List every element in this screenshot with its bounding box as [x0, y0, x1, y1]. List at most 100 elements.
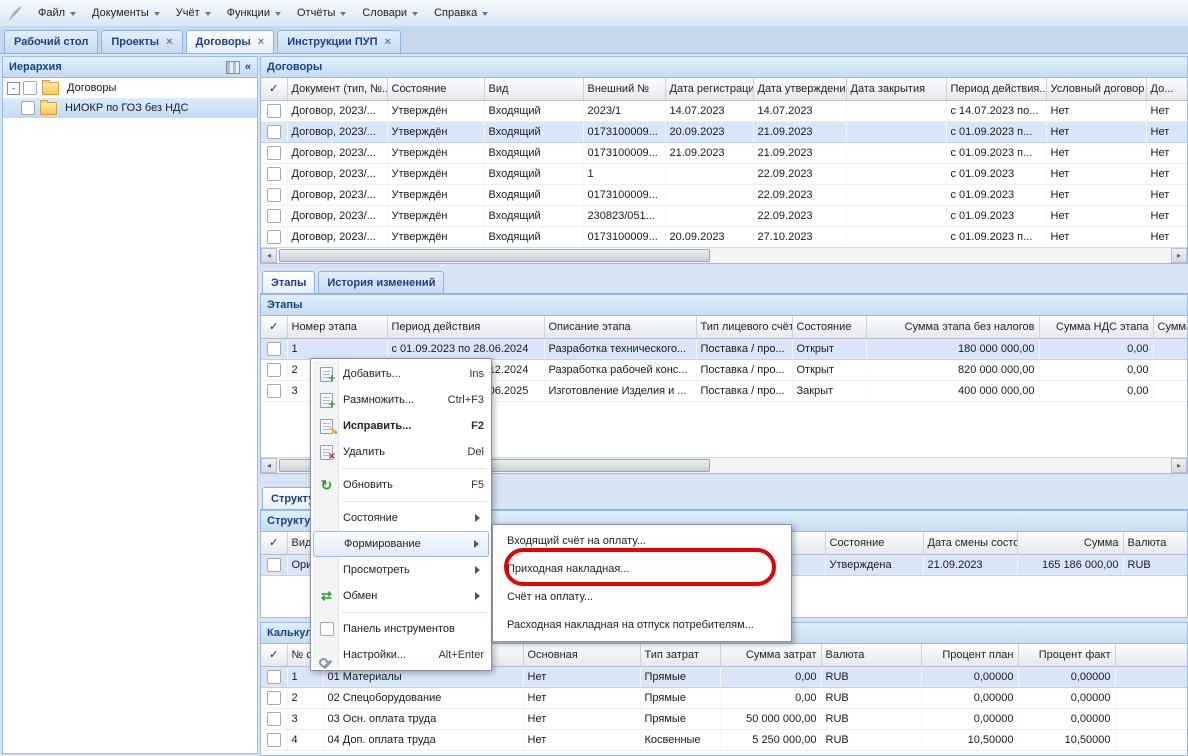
tree-expander-icon[interactable]: -	[7, 82, 20, 95]
column-header[interactable]: Основная	[523, 644, 640, 666]
table-row[interactable]: 1с 01.09.2023 по 28.06.2024Разработка те…	[261, 338, 1187, 359]
menubar-item[interactable]: Функции	[219, 4, 289, 22]
table-row[interactable]: Договор, 2023/...УтверждёнВходящий017310…	[261, 226, 1187, 247]
column-header[interactable]: Состояние	[825, 532, 923, 554]
context-menu-item[interactable]: Состояние	[313, 505, 489, 531]
row-checkbox[interactable]	[267, 558, 281, 572]
scroll-left-button[interactable]: ◂	[261, 248, 277, 263]
column-header[interactable]: Сумма эт...	[1153, 316, 1187, 338]
context-menu-item[interactable]: Исправить...F2	[313, 413, 489, 439]
column-header[interactable]: Дата смены состоя...	[923, 532, 1017, 554]
tab[interactable]: Договоры×	[186, 30, 275, 53]
context-menu-item[interactable]: Настройки...Alt+Enter	[313, 642, 489, 668]
tab[interactable]: Рабочий стол	[4, 30, 98, 53]
column-header[interactable]: Внешний №	[583, 78, 665, 100]
column-header[interactable]: Процент план	[921, 644, 1018, 666]
column-header[interactable]: Тип лицевого счёт...	[696, 316, 792, 338]
column-header[interactable]: Период действия...	[946, 78, 1046, 100]
row-checkbox[interactable]	[267, 691, 281, 705]
column-header[interactable]: Номер этапа	[287, 316, 387, 338]
context-menu-item[interactable]: +Размножить...Ctrl+F3	[313, 387, 489, 413]
tree-node[interactable]: -Договоры	[3, 78, 257, 98]
column-header[interactable]: ✓	[261, 316, 287, 338]
column-header[interactable]: До...	[1146, 78, 1187, 100]
column-header[interactable]: Период действия	[387, 316, 544, 338]
column-header[interactable]: Процент факт	[1018, 644, 1115, 666]
row-checkbox[interactable]	[267, 230, 281, 244]
menubar-item[interactable]: Документы	[84, 4, 168, 22]
submenu-item[interactable]: Расходная накладная на отпуск потребител…	[495, 611, 789, 639]
column-header[interactable]: Дата утверждения	[753, 78, 846, 100]
column-header[interactable]: ✓	[261, 644, 287, 666]
row-checkbox[interactable]	[267, 167, 281, 181]
column-header[interactable]: Дата закрытия	[846, 78, 946, 100]
tree-checkbox[interactable]	[21, 101, 35, 115]
row-checkbox[interactable]	[267, 342, 281, 356]
table-row[interactable]: Договор, 2023/...УтверждёнВходящий2023/1…	[261, 100, 1187, 121]
column-header[interactable]: Вид	[484, 78, 583, 100]
column-header[interactable]: Условный договор	[1046, 78, 1146, 100]
tab-close-icon[interactable]: ×	[166, 37, 172, 48]
tree-checkbox[interactable]	[23, 81, 37, 95]
column-header[interactable]: Валюта	[821, 644, 921, 666]
table-row[interactable]: 303 Осн. оплата трудаНетПрямые50 000 000…	[261, 708, 1187, 729]
table-row[interactable]: Договор, 2023/...УтверждёнВходящий230823…	[261, 205, 1187, 226]
tree-node[interactable]: НИОКР по ГОЗ без НДС	[3, 98, 257, 118]
column-header[interactable]: ✓	[261, 532, 287, 554]
tab[interactable]: История изменений	[318, 271, 444, 293]
scrollbar-track[interactable]	[277, 248, 1171, 263]
table-row[interactable]: Договор, 2023/...УтверждёнВходящий122.09…	[261, 163, 1187, 184]
row-checkbox[interactable]	[267, 384, 281, 398]
table-row[interactable]: 404 Доп. оплата трудаНетКосвенные5 250 0…	[261, 729, 1187, 750]
column-header[interactable]: Документ (тип, №...	[287, 78, 387, 100]
scroll-right-button[interactable]: ▸	[1171, 248, 1187, 263]
row-checkbox[interactable]	[267, 188, 281, 202]
submenu-item[interactable]: Входящий счёт на оплату...	[495, 527, 789, 555]
menubar-item[interactable]: Файл	[30, 4, 84, 22]
context-menu-item[interactable]: Просмотреть	[313, 557, 489, 583]
scroll-left-button[interactable]: ◂	[261, 458, 277, 473]
column-header[interactable]: Тип затрат	[640, 644, 720, 666]
row-checkbox[interactable]	[267, 670, 281, 684]
tab[interactable]: Этапы	[262, 271, 315, 293]
row-checkbox[interactable]	[267, 104, 281, 118]
row-checkbox[interactable]	[267, 209, 281, 223]
tab[interactable]: Проекты×	[101, 30, 182, 53]
columns-icon[interactable]	[226, 61, 240, 74]
scroll-right-button[interactable]: ▸	[1171, 458, 1187, 473]
column-header[interactable]	[1115, 644, 1187, 666]
column-header[interactable]: Сумма этапа без налогов	[866, 316, 1039, 338]
menubar-item[interactable]: Отчёты	[289, 4, 354, 22]
column-header[interactable]: Дата регистрации	[665, 78, 753, 100]
menubar-item[interactable]: Словари	[354, 4, 426, 22]
scrollbar-thumb[interactable]	[279, 249, 710, 262]
row-checkbox[interactable]	[267, 363, 281, 377]
table-row[interactable]: 202 СпецоборудованиеНетПрямые0,00RUB0,00…	[261, 687, 1187, 708]
context-menu-item[interactable]: ↻ОбновитьF5	[313, 472, 489, 498]
context-menu-item[interactable]: ⇄Обмен	[313, 583, 489, 609]
column-header[interactable]: Валюта	[1123, 532, 1187, 554]
menubar-item[interactable]: Справка	[426, 4, 496, 22]
table-row[interactable]: Договор, 2023/...УтверждёнВходящий017310…	[261, 184, 1187, 205]
column-header[interactable]: Состояние	[792, 316, 866, 338]
table-row[interactable]: Договор, 2023/...УтверждёнВходящий017310…	[261, 121, 1187, 142]
column-header[interactable]: Сумма	[1017, 532, 1123, 554]
context-menu-item[interactable]: ×УдалитьDel	[313, 439, 489, 465]
context-menu-item[interactable]: +Добавить...Ins	[313, 361, 489, 387]
row-checkbox[interactable]	[267, 712, 281, 726]
column-header[interactable]: Описание этапа	[544, 316, 696, 338]
table-row[interactable]: Договор, 2023/...УтверждёнВходящий017310…	[261, 142, 1187, 163]
menubar-item[interactable]: Учёт	[168, 4, 219, 22]
submenu-item[interactable]: Приходная накладная...	[495, 555, 789, 583]
row-checkbox[interactable]	[267, 733, 281, 747]
submenu-item[interactable]: Счёт на оплату...	[495, 583, 789, 611]
tab-close-icon[interactable]: ×	[385, 37, 391, 48]
column-header[interactable]: Состояние	[387, 78, 484, 100]
column-header[interactable]: Сумма НДС этапа	[1039, 316, 1153, 338]
row-checkbox[interactable]	[267, 125, 281, 139]
context-menu-item[interactable]: Формирование	[313, 531, 489, 557]
column-header[interactable]: Сумма затрат	[720, 644, 821, 666]
tab[interactable]: Инструкции ПУП×	[277, 30, 401, 53]
tab-close-icon[interactable]: ×	[258, 37, 264, 48]
context-menu-item[interactable]: Панель инструментов	[313, 616, 489, 642]
